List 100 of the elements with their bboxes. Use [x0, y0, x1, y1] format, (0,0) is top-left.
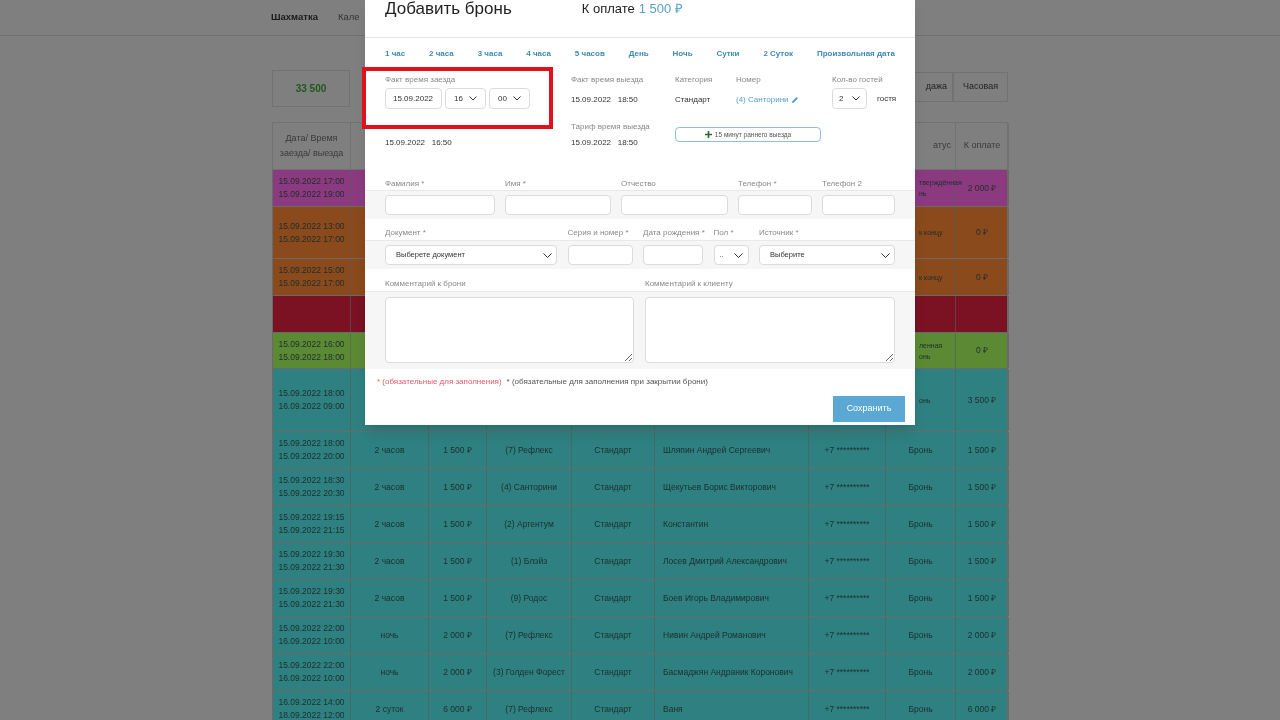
input-field[interactable] — [643, 245, 703, 265]
table-cell: +7 ********** — [824, 591, 870, 605]
table-cell: 1 500 ₽ — [443, 443, 472, 457]
field-label: Кол-во гостей — [832, 74, 884, 84]
field-label: Факт время заезда — [385, 74, 457, 84]
column-header: Дата/ Время заезда/ выезда — [278, 132, 345, 160]
table-cell: 0 ₽ — [975, 270, 989, 284]
pencil-icon[interactable] — [790, 96, 799, 104]
table-cell: 1 500 ₽ — [443, 591, 472, 605]
payment-label: К оплате — [581, 0, 635, 18]
table-cell: 15.09.2022 18:00 — [278, 437, 345, 450]
field-label: Комментарий к клиенту — [645, 278, 734, 290]
table-row[interactable]: 15.09.2022 19:30 15.09.2022 21:30 2 часов 1 500 ₽ (1) Блэйз Стандарт Лосев Дмитрий Александрович +7 ********** Бронь 1 500 ₽ — [272, 543, 1008, 580]
room-link[interactable]: (4) Санторини — [736, 94, 789, 106]
table-cell: 6 000 ₽ — [443, 702, 472, 716]
dialog-title: Добавить бронь — [385, 0, 512, 18]
table-cell: Щекутьев Борис Викторович — [663, 480, 776, 494]
table-cell: 0 ₽ — [975, 226, 989, 239]
date-field[interactable]: 15.09.2022 — [385, 88, 442, 109]
field-label: Телефон * — [738, 178, 778, 190]
save-button[interactable]: Сохранить — [833, 396, 905, 422]
table-cell: Бронь — [908, 703, 933, 715]
table-cell: 15.09.2022 17:00 — [278, 232, 345, 246]
table-cell: (7) Рефлекс — [505, 702, 553, 716]
tariff-link[interactable]: Сутки — [716, 48, 740, 60]
table-cell: 0 ₽ — [975, 344, 989, 357]
table-cell: 2 часов — [374, 591, 405, 605]
table-cell: 16.09.2022 10:00 — [278, 672, 345, 685]
table-cell: Стандарт — [594, 665, 632, 679]
tariff-link[interactable]: Произвольная дата — [816, 48, 895, 60]
guests-select[interactable]: 2 — [832, 88, 867, 109]
table-row[interactable]: 15.09.2022 19:30 15.09.2022 21:30 2 часов 1 500 ₽ (9) Родос Стандарт Боев Игорь Владимирович +7 ********** Бронь 1 500 ₽ — [272, 580, 1008, 617]
table-cell: 18.09.2022 12:00 — [278, 709, 345, 720]
table-cell: 15.09.2022 17:00 — [278, 175, 345, 188]
field-label: Источник * — [759, 227, 800, 239]
input-field[interactable] — [738, 195, 812, 215]
table-cell: 15.09.2022 19:30 — [278, 585, 345, 598]
table-cell: Бронь — [908, 444, 933, 456]
table-cell: Шляпин Андрей Сергеевич — [663, 443, 771, 457]
table-cell: 1 500 ₽ — [967, 443, 997, 457]
nav-tab[interactable]: Шахматка — [271, 10, 318, 25]
input-field[interactable] — [567, 245, 633, 265]
table-cell: 1 500 ₽ — [967, 554, 997, 568]
input-field[interactable] — [621, 195, 728, 215]
total-amount: 33 500 — [295, 82, 327, 96]
table-cell: Бронь — [908, 481, 933, 493]
table-cell: Лосев Дмитрий Александрович — [663, 554, 787, 568]
field-value: 15.09.2022 18:50 — [571, 94, 639, 106]
table-cell: ночь — [380, 628, 399, 642]
table-cell: Стандарт — [594, 554, 632, 568]
tariff-link[interactable]: 2 часа — [429, 48, 454, 60]
table-cell: +7 ********** — [824, 665, 870, 679]
table-cell: 2 суток — [375, 702, 404, 716]
table-row[interactable]: 15.09.2022 18:30 15.09.2022 20:30 2 часов 1 500 ₽ (4) Санторини Стандарт Щекутьев Борис Викторович +7 ********** Бронь 1 500 ₽ — [272, 469, 1008, 506]
table-cell: Боев Игорь Владимирович — [663, 591, 769, 605]
table-cell: 15.09.2022 21:15 — [278, 524, 345, 537]
table-cell: 2 000 ₽ — [443, 665, 472, 679]
field-label: Телефон 2 — [822, 178, 863, 190]
table-cell: Бронь — [908, 592, 933, 604]
table-cell: 15.09.2022 19:30 — [278, 548, 345, 561]
tariff-link[interactable]: День — [628, 48, 649, 60]
tariff-link[interactable]: 2 Суток — [763, 48, 794, 60]
tariff-link[interactable]: 1 час — [385, 48, 406, 60]
field-label: Фамилия * — [385, 178, 426, 190]
view-button[interactable]: Часовая — [953, 72, 1008, 102]
table-cell: +7 ********** — [824, 480, 870, 494]
hour-select[interactable]: 16 — [445, 88, 486, 109]
field-value: 15.09.2022 18:50 — [571, 137, 639, 149]
table-row[interactable]: 15.09.2022 18:00 15.09.2022 20:00 2 часов 1 500 ₽ (7) Рефлекс Стандарт Шляпин Андрей Сергеевич +7 ********** Бронь 1 500 ₽ — [272, 432, 1008, 469]
table-cell: 16.09.2022 14:00 — [278, 696, 345, 709]
table-row[interactable]: 16.09.2022 14:00 18.09.2022 12:00 2 суток 6 000 ₽ (7) Рефлекс Стандарт Ваня +7 ********** Бронь 6 000 ₽ — [272, 691, 1008, 720]
table-cell: Бронь — [908, 518, 933, 530]
field-label: Комментарий к брони — [385, 278, 467, 290]
table-cell: (2) Аргентум — [504, 517, 554, 531]
table-cell: Константин — [663, 517, 709, 531]
table-cell: 15.09.2022 22:00 — [278, 622, 345, 635]
table-row[interactable]: 15.09.2022 22:00 16.09.2022 10:00 ночь 2 000 ₽ (7) Рефлекс Стандарт Нивин Андрей Романович +7 ********** Бронь 2 000 ₽ — [272, 617, 1008, 654]
table-cell: 1 500 ₽ — [967, 517, 997, 531]
input-field[interactable] — [822, 195, 895, 215]
tariff-link[interactable]: Ночь — [672, 48, 693, 60]
table-cell: 2 часов — [374, 480, 405, 494]
table-row[interactable]: 15.09.2022 19:15 15.09.2022 21:15 2 часов 1 500 ₽ (2) Аргентум Стандарт Константин +7 ********** Бронь 1 500 ₽ — [272, 506, 1008, 543]
text-area[interactable] — [645, 297, 895, 363]
tariff-link[interactable]: 5 часов — [574, 48, 605, 60]
chevron-icon — [469, 96, 477, 101]
table-cell: 1 500 ₽ — [443, 517, 472, 531]
input-field[interactable] — [505, 195, 611, 215]
field-value: 15.09.2022 16:50 — [385, 137, 453, 149]
text-area[interactable] — [385, 297, 634, 363]
table-cell: Нивин Андрей Романович — [663, 628, 766, 642]
tariff-link[interactable]: 4 часа — [526, 48, 551, 60]
plus-icon — [704, 131, 712, 138]
table-cell: 15.09.2022 15:00 — [278, 264, 345, 277]
minute-select[interactable]: 00 — [489, 88, 530, 109]
nav-tab[interactable]: Кале — [338, 10, 360, 25]
input-field[interactable] — [385, 195, 495, 215]
table-row[interactable]: 15.09.2022 22:00 16.09.2022 10:00 ночь 2 000 ₽ (3) Голден Форест Стандарт Басмаджян Андраник Коронович +7 ********** Бронь 2 000 ₽ — [272, 654, 1008, 691]
note-text: * (обязательные для заполнения) — [377, 376, 502, 388]
field-label: Документ * — [385, 227, 427, 239]
tariff-link[interactable]: 3 часа — [477, 48, 503, 60]
